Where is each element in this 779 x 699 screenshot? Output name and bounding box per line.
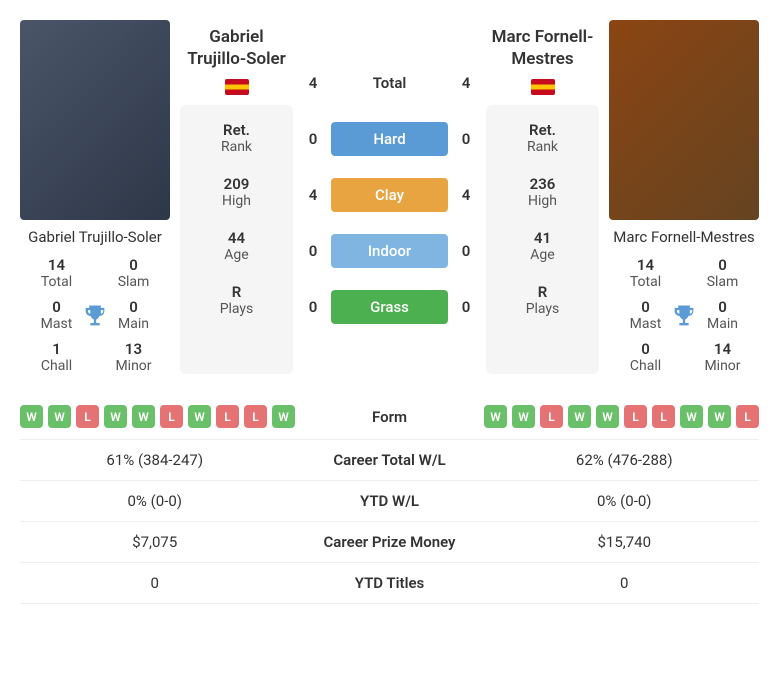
p2-form: WWLWWLLWWL [484, 405, 759, 428]
form-badge: W [708, 405, 731, 428]
comp-label-ytd-wl: YTD W/L [290, 492, 490, 510]
player1-header-name: Gabriel Trujillo-Soler [182, 26, 291, 70]
form-badge: W [20, 405, 43, 428]
player2-info-box: Ret. Rank 236 High 41 Age R Plays [486, 105, 599, 374]
player2-info-column: Marc Fornell-Mestres Ret. Rank 236 High … [486, 20, 599, 374]
p2-stat-slam: 0 Slam [686, 256, 759, 290]
form-badge: W [48, 405, 71, 428]
h2h-hard[interactable]: 0 Hard 0 [303, 122, 476, 156]
p1-ytd-wl: 0% (0-0) [20, 492, 290, 510]
p2-age: 41 Age [490, 229, 595, 263]
player1-trophy-stats: 14 Total 0 Slam 0 Mast 0 Main 1 Chall 13… [20, 252, 170, 374]
form-badge: W [272, 405, 295, 428]
p2-high: 236 High [490, 175, 595, 209]
form-badge: L [540, 405, 563, 428]
h2h-clay[interactable]: 4 Clay 4 [303, 178, 476, 212]
form-badge: W [512, 405, 535, 428]
p1-stat-chall: 1 Chall [20, 340, 93, 374]
form-badge: L [216, 405, 239, 428]
p1-plays: R Plays [184, 283, 289, 317]
p2-ytd-wl: 0% (0-0) [490, 492, 760, 510]
form-badge: W [132, 405, 155, 428]
p2-plays: R Plays [490, 283, 595, 317]
head-to-head-top: Gabriel Trujillo-Soler 14 Total 0 Slam 0… [20, 20, 759, 374]
comp-row-ytd-titles: 0 YTD Titles 0 [20, 563, 759, 604]
player2-column: Marc Fornell-Mestres 14 Total 0 Slam 0 M… [609, 20, 759, 374]
h2h-indoor[interactable]: 0 Indoor 0 [303, 234, 476, 268]
form-badge: W [484, 405, 507, 428]
form-badge: L [624, 405, 647, 428]
form-badge: W [188, 405, 211, 428]
trophy-icon [81, 302, 109, 334]
player2-photo [609, 20, 759, 220]
comp-label-ytd-titles: YTD Titles [290, 574, 490, 592]
p1-prize-money: $7,075 [20, 533, 290, 551]
player2-header: Marc Fornell-Mestres [486, 20, 599, 105]
p2-career-wl: 62% (476-288) [490, 451, 760, 469]
p1-form: WWLWWLWLLW [20, 405, 295, 428]
p2-stat-total: 14 Total [609, 256, 682, 290]
player1-column: Gabriel Trujillo-Soler 14 Total 0 Slam 0… [20, 20, 170, 374]
trophy-icon [670, 302, 698, 334]
h2h-total: 4 Total 4 [303, 66, 476, 100]
comp-row-career-wl: 61% (384-247) Career Total W/L 62% (476-… [20, 440, 759, 481]
p2-stat-minor: 14 Minor [686, 340, 759, 374]
player1-info-column: Gabriel Trujillo-Soler Ret. Rank 209 Hig… [180, 20, 293, 374]
comp-row-ytd-wl: 0% (0-0) YTD W/L 0% (0-0) [20, 481, 759, 522]
player1-header: Gabriel Trujillo-Soler [180, 20, 293, 105]
form-badge: L [736, 405, 759, 428]
p1-career-wl: 61% (384-247) [20, 451, 290, 469]
form-badge: W [680, 405, 703, 428]
p1-high: 209 High [184, 175, 289, 209]
p1-ytd-titles: 0 [20, 574, 290, 592]
form-badge: L [244, 405, 267, 428]
spain-flag-icon [531, 79, 555, 95]
comp-row-form: WWLWWLWLLW Form WWLWWLLWWL [20, 394, 759, 440]
player1-info-box: Ret. Rank 209 High 44 Age R Plays [180, 105, 293, 374]
player1-photo [20, 20, 170, 220]
form-badge: W [596, 405, 619, 428]
h2h-column: 4 Total 4 0 Hard 0 4 Clay 4 0 Indoor 0 0… [303, 20, 476, 374]
player2-name-below: Marc Fornell-Mestres [609, 228, 759, 246]
form-badge: W [104, 405, 127, 428]
comp-row-prize-money: $7,075 Career Prize Money $15,740 [20, 522, 759, 563]
player2-trophy-stats: 14 Total 0 Slam 0 Mast 0 Main 0 Chall 14… [609, 252, 759, 374]
p1-stat-slam: 0 Slam [97, 256, 170, 290]
p1-stat-minor: 13 Minor [97, 340, 170, 374]
form-badge: W [568, 405, 591, 428]
player2-header-name: Marc Fornell-Mestres [488, 26, 597, 70]
form-badge: L [76, 405, 99, 428]
p2-prize-money: $15,740 [490, 533, 760, 551]
comp-label-career-wl: Career Total W/L [290, 451, 490, 469]
p1-rank: Ret. Rank [184, 121, 289, 155]
player1-name-below: Gabriel Trujillo-Soler [20, 228, 170, 246]
p2-ytd-titles: 0 [490, 574, 760, 592]
p1-stat-total: 14 Total [20, 256, 93, 290]
comparison-table: WWLWWLWLLW Form WWLWWLLWWL 61% (384-247)… [20, 394, 759, 604]
spain-flag-icon [225, 79, 249, 95]
p1-age: 44 Age [184, 229, 289, 263]
p2-rank: Ret. Rank [490, 121, 595, 155]
h2h-grass[interactable]: 0 Grass 0 [303, 290, 476, 324]
form-badge: L [160, 405, 183, 428]
comp-label-prize-money: Career Prize Money [290, 533, 490, 551]
p2-stat-chall: 0 Chall [609, 340, 682, 374]
comp-label-form: Form [295, 408, 484, 426]
form-badge: L [652, 405, 675, 428]
